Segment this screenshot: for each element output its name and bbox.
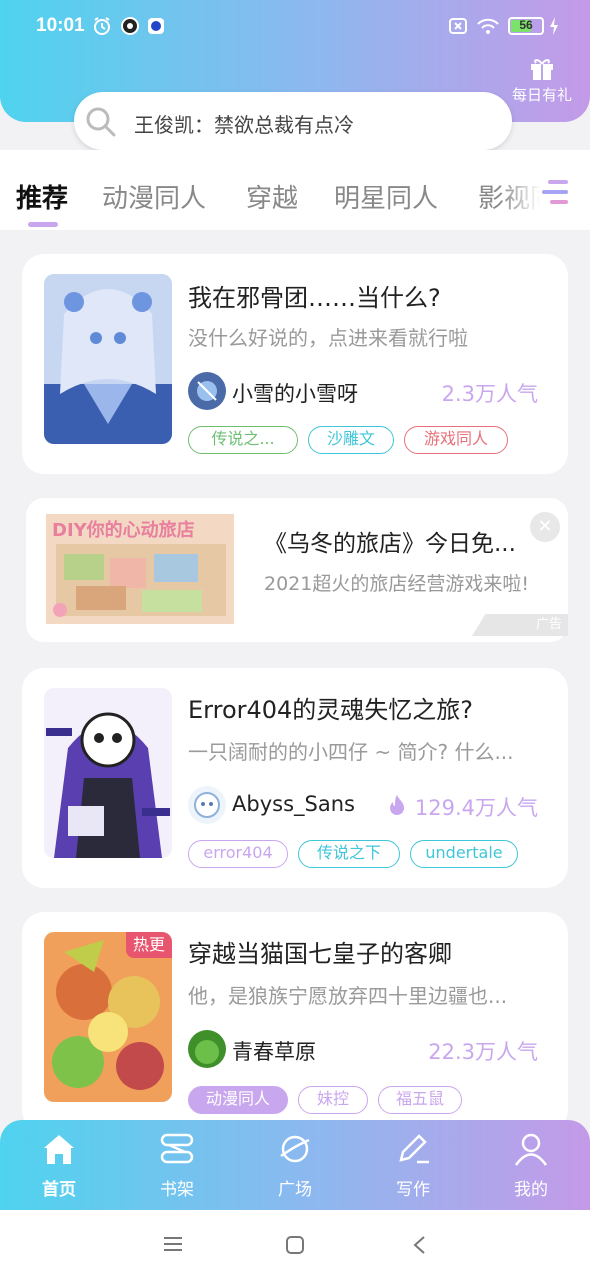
search-bar[interactable]: 王俊凯：禁欲总裁有点冷 <box>74 92 512 150</box>
book-cover: 热更 <box>44 932 172 1102</box>
close-icon[interactable]: ✕ <box>530 512 560 542</box>
ad-image-text: DIY你的心动旅店 <box>52 519 195 541</box>
search-placeholder: 王俊凯：禁欲总裁有点冷 <box>134 113 354 137</box>
ad-image: DIY你的心动旅店 <box>46 514 234 624</box>
hot-update-badge: 热更 <box>126 932 172 958</box>
book-description: 一只阔耐的的小四仔 ~ 简介? 什么... <box>188 740 514 764</box>
search-icon <box>86 107 116 137</box>
nav-home-label: 首页 <box>42 1180 76 1200</box>
nav-write-label: 写作 <box>396 1180 430 1200</box>
nav-bookshelf[interactable]: 书架 <box>127 1120 227 1210</box>
author-avatar[interactable] <box>188 372 226 410</box>
pen-icon <box>399 1134 429 1164</box>
alarm-icon <box>94 17 110 35</box>
ad-description: 2021超火的旅店经营游戏来啦! <box>264 573 529 595</box>
tab-recommend[interactable]: 推荐 <box>16 178 68 215</box>
status-bar: 10:01 56 <box>0 0 590 54</box>
book-cover <box>44 688 172 858</box>
home-icon <box>44 1135 74 1164</box>
book-card[interactable]: 热更 穿越当猫国七皇子的客卿 他，是狼族宁愿放弃四十里边疆也... 青春草原 2… <box>22 912 568 1132</box>
book-tag[interactable]: undertale <box>410 840 518 868</box>
nav-profile-label: 我的 <box>514 1180 548 1200</box>
battery-percent: 56 <box>519 18 533 32</box>
app-notification-icon-2 <box>148 18 164 34</box>
author-name[interactable]: 小雪的小雪呀 <box>232 378 358 408</box>
book-description: 没什么好说的，点进来看就行啦 <box>188 326 468 350</box>
gift-icon <box>531 59 553 80</box>
book-tag[interactable]: 传说之下 <box>298 840 400 868</box>
author-name[interactable]: Abyss_Sans <box>232 792 355 816</box>
book-tag[interactable]: 福五鼠 <box>378 1086 462 1114</box>
daily-gift-button[interactable]: 每日有礼 <box>506 54 578 114</box>
popularity-count: 22.3万人气 <box>428 1040 538 1064</box>
battery-indicator: 56 <box>508 17 544 35</box>
nav-square[interactable]: 广场 <box>245 1120 345 1210</box>
ad-label: 广告 <box>472 614 568 636</box>
nav-bookshelf-label: 书架 <box>160 1180 194 1200</box>
book-tag[interactable]: 动漫同人 <box>188 1086 288 1114</box>
author-avatar[interactable] <box>188 786 226 824</box>
nav-home[interactable]: 首页 <box>9 1120 109 1210</box>
book-card[interactable]: 我在邪骨团……当什么? 没什么好说的，点进来看就行啦 小雪的小雪呀 2.3万人气… <box>22 254 568 474</box>
popularity-count: 129.4万人气 <box>414 796 538 820</box>
ad-card[interactable]: DIY你的心动旅店 《乌冬的旅店》今日免... 2021超火的旅店经营游戏来啦!… <box>26 498 568 642</box>
tab-celebrity-fanfic[interactable]: 明星同人 <box>334 178 438 215</box>
active-tab-indicator <box>28 222 58 227</box>
category-tabs: 推荐 动漫同人 穿越 明星同人 影视同人 <box>0 150 590 230</box>
category-menu-icon[interactable] <box>540 178 570 206</box>
popularity-count: 2.3万人气 <box>441 382 538 406</box>
nav-profile[interactable]: 我的 <box>481 1120 581 1210</box>
author-avatar[interactable] <box>188 1030 226 1068</box>
back-icon[interactable] <box>412 1236 426 1254</box>
daily-gift-label: 每日有礼 <box>511 86 572 104</box>
app-notification-icon <box>121 17 139 35</box>
tab-time-travel[interactable]: 穿越 <box>246 178 298 215</box>
flame-icon <box>390 795 404 815</box>
book-tag[interactable]: error404 <box>188 840 288 868</box>
ad-title: 《乌冬的旅店》今日免... <box>264 531 516 557</box>
book-description: 他，是狼族宁愿放弃四十里边疆也... <box>188 984 508 1008</box>
book-title: 我在邪骨团……当什么? <box>188 284 441 312</box>
wifi-icon <box>477 18 499 34</box>
book-tag[interactable]: 沙雕文 <box>308 426 394 454</box>
book-tag[interactable]: 游戏同人 <box>404 426 508 454</box>
book-card[interactable]: Error404的灵魂失忆之旅? 一只阔耐的的小四仔 ~ 简介? 什么... A… <box>22 668 568 888</box>
profile-icon <box>514 1133 548 1166</box>
menu-icon[interactable] <box>164 1236 182 1252</box>
book-title: Error404的灵魂失忆之旅? <box>188 696 474 724</box>
book-title: 穿越当猫国七皇子的客卿 <box>188 940 452 968</box>
book-cover <box>44 274 172 444</box>
bottom-navigation: 首页 书架 广场 写作 我的 <box>0 1120 590 1210</box>
book-tag[interactable]: 传说之... <box>188 426 298 454</box>
charging-icon <box>550 17 558 35</box>
nav-write[interactable]: 写作 <box>363 1120 463 1210</box>
author-name[interactable]: 青春草原 <box>232 1036 316 1066</box>
system-navigation-bar <box>0 1210 590 1280</box>
planet-icon <box>280 1135 310 1163</box>
status-time: 10:01 <box>36 15 85 36</box>
tab-anime-fanfic[interactable]: 动漫同人 <box>102 178 206 215</box>
nav-square-label: 广场 <box>278 1180 312 1200</box>
home-button-icon[interactable] <box>286 1236 304 1254</box>
bookshelf-icon <box>160 1133 194 1164</box>
sim-off-icon <box>449 18 467 34</box>
book-tag[interactable]: 妹控 <box>298 1086 368 1114</box>
